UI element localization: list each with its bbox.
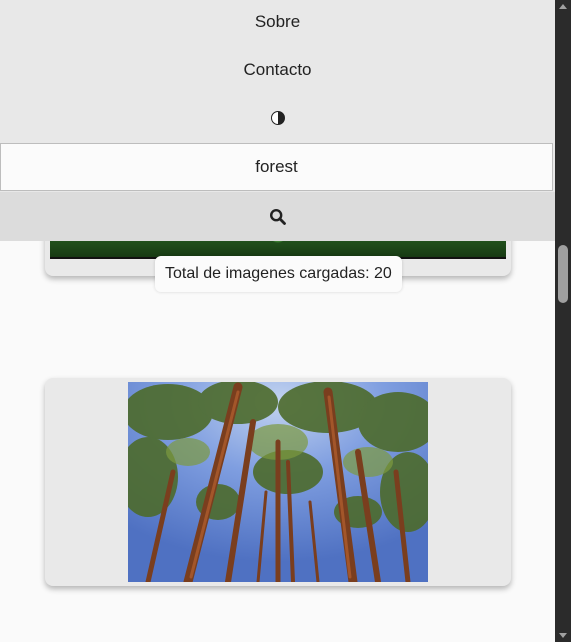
total-images-label: Total de imagenes cargadas: 20 (155, 256, 402, 292)
half-circle-contrast-icon (270, 111, 285, 126)
nav-link-contacto[interactable]: Contacto (0, 46, 555, 94)
search-input[interactable] (0, 143, 553, 191)
nav-menu: Sobre Contacto (0, 0, 555, 241)
forest-image[interactable] (128, 382, 428, 582)
nav-link-sobre[interactable]: Sobre (0, 0, 555, 48)
theme-toggle-button[interactable] (0, 95, 555, 143)
pine-trees-illustration (128, 382, 428, 582)
scroll-down-arrow-icon[interactable] (559, 633, 567, 638)
scroll-up-arrow-icon[interactable] (559, 4, 567, 9)
vertical-scrollbar[interactable] (555, 0, 571, 642)
image-card[interactable] (45, 378, 511, 586)
search-button[interactable] (0, 192, 555, 241)
search-icon (269, 208, 286, 225)
page-viewport: Total de imagenes cargadas: 20 Sobre Con… (0, 0, 555, 642)
scrollbar-thumb[interactable] (558, 245, 568, 303)
